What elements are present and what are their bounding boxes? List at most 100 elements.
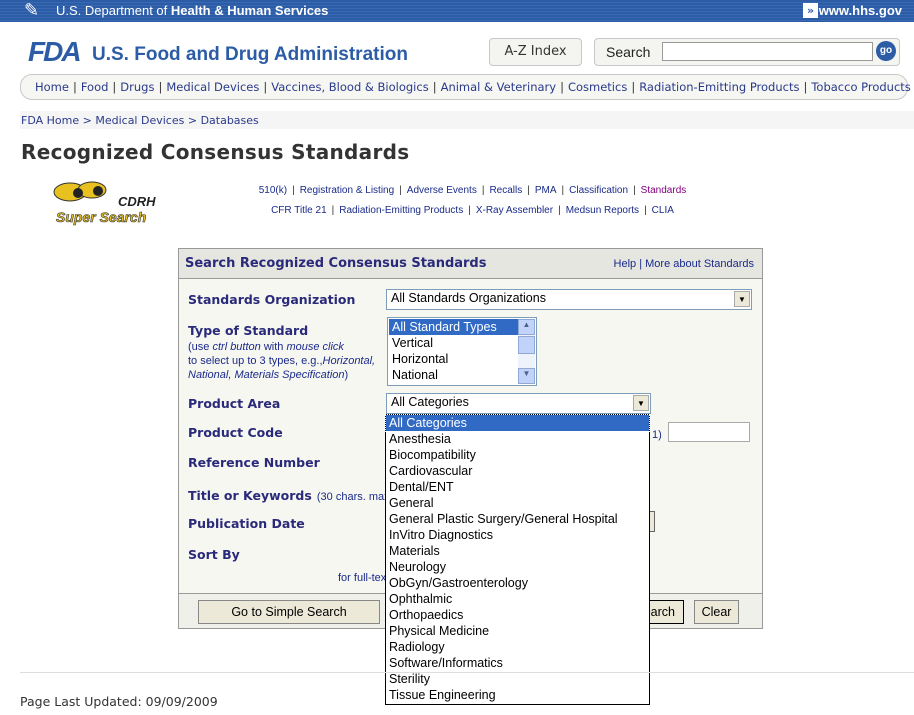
nav-separator: | <box>631 80 636 94</box>
scroll-up-icon[interactable]: ▲ <box>518 319 535 335</box>
breadcrumb-databases[interactable]: Databases <box>201 114 259 127</box>
listbox-scrollbar[interactable]: ▲ ▼ <box>518 319 535 384</box>
db-link-pma[interactable]: PMA <box>535 185 557 196</box>
chevron-down-icon: ▼ <box>734 291 750 307</box>
db-link-medsun-reports[interactable]: Medsun Reports <box>566 205 639 216</box>
database-links-row1: 510(k) | Registration & Listing | Adverse Ev… <box>200 185 745 196</box>
scroll-down-icon[interactable]: ▼ <box>518 368 535 384</box>
full-text-note: for full-tex <box>338 572 387 584</box>
db-link-radiation-emitting-products[interactable]: Radiation-Emitting Products <box>339 205 463 216</box>
type-option[interactable]: Horizontal <box>389 351 518 367</box>
nav-animal-veterinary[interactable]: Animal & Veterinary <box>441 80 557 94</box>
nav-cosmetics[interactable]: Cosmetics <box>568 80 627 94</box>
product-area-option[interactable]: InVitro Diagnostics <box>386 527 649 543</box>
product-area-option[interactable]: Neurology <box>386 559 649 575</box>
nav-radiation-emitting-products[interactable]: Radiation-Emitting Products <box>639 80 799 94</box>
hhs-banner: ✎ U.S. Department of Health & Human Serv… <box>0 0 914 22</box>
link-separator: | <box>527 185 530 196</box>
more-about-standards-link[interactable]: More about Standards <box>645 258 754 270</box>
type-listbox[interactable]: All Standard Types Vertical Horizontal Nati… <box>387 317 537 386</box>
keywords-label-group: Title or Keywords (30 chars. max) <box>188 485 393 504</box>
product-area-dropdown-list[interactable]: All Categories Anesthesia Biocompatibility… <box>385 414 650 705</box>
product-area-option[interactable]: Software/Informatics <box>386 655 649 671</box>
product-code-input[interactable] <box>668 422 750 442</box>
product-area-option[interactable]: Radiology <box>386 639 649 655</box>
cdrh-supersearch-logo[interactable]: CDRH Super Search <box>40 178 162 226</box>
page-last-updated: Page Last Updated: 09/09/2009 <box>20 694 218 709</box>
sort-by-label: Sort By <box>188 547 240 562</box>
link-separator: | <box>331 205 335 216</box>
form-title: Search Recognized Consensus Standards <box>185 256 487 271</box>
type-option[interactable]: Vertical <box>389 335 518 351</box>
link-separator: | <box>399 185 402 196</box>
db-link-cfr-title-21[interactable]: CFR Title 21 <box>271 205 327 216</box>
nav-separator: | <box>803 80 808 94</box>
keywords-label: Title or Keywords <box>188 488 312 503</box>
nav-tobacco-products[interactable]: Tobacco Products <box>811 80 910 94</box>
db-link-510-k-[interactable]: 510(k) <box>259 185 287 196</box>
nav-drugs[interactable]: Drugs <box>120 80 154 94</box>
go-button[interactable]: go <box>876 41 896 61</box>
form-header: Search Recognized Consensus Standards He… <box>179 249 762 279</box>
agency-name[interactable]: U.S. Food and Drug Administration <box>92 44 408 66</box>
product-area-option[interactable]: General Plastic Surgery/General Hospital <box>386 511 649 527</box>
db-link-adverse-events[interactable]: Adverse Events <box>407 185 477 196</box>
product-area-option[interactable]: All Categories <box>385 414 650 432</box>
keywords-note: (30 chars. max) <box>316 491 394 503</box>
org-select[interactable]: All Standards Organizations ▼ <box>386 289 752 310</box>
link-separator: | <box>481 185 485 196</box>
db-link-x-ray-assembler[interactable]: X-Ray Assembler <box>476 205 553 216</box>
link-separator: | <box>633 185 636 196</box>
nav-food[interactable]: Food <box>81 80 109 94</box>
product-area-option[interactable]: Physical Medicine <box>386 623 649 639</box>
product-area-select[interactable]: All Categories ▼ <box>386 393 651 414</box>
hhs-eagle-icon: ✎ <box>24 0 40 21</box>
link-separator: | <box>468 205 471 216</box>
product-area-option[interactable]: Materials <box>386 543 649 559</box>
product-area-option[interactable]: ObGyn/Gastroenterology <box>386 575 649 591</box>
org-label: Standards Organization <box>188 292 356 307</box>
product-code-label: Product Code <box>188 425 283 440</box>
hhs-link[interactable]: www.hhs.gov <box>819 3 902 18</box>
reference-number-label: Reference Number <box>188 455 320 470</box>
product-area-option[interactable]: Biocompatibility <box>386 447 649 463</box>
nav-separator: | <box>72 80 77 94</box>
db-link-recalls[interactable]: Recalls <box>489 185 522 196</box>
db-link-clia[interactable]: CLIA <box>652 205 674 216</box>
product-area-option[interactable]: Ophthalmic <box>386 591 649 607</box>
clear-button[interactable]: Clear <box>694 600 739 624</box>
product-area-option[interactable]: Tissue Engineering <box>386 687 649 703</box>
nav-vaccines-blood-biologics[interactable]: Vaccines, Blood & Biologics <box>271 80 428 94</box>
product-area-option[interactable]: Cardiovascular <box>386 463 649 479</box>
breadcrumb-fda-home[interactable]: FDA Home <box>21 114 79 127</box>
chevron-down-icon: ▼ <box>633 395 649 411</box>
product-area-option[interactable]: Dental/ENT <box>386 479 649 495</box>
fda-logo[interactable]: FDA <box>28 36 82 68</box>
product-area-label: Product Area <box>188 396 281 411</box>
db-link-classification[interactable]: Classification <box>569 185 628 196</box>
product-area-option[interactable]: Sterility <box>386 671 649 687</box>
link-separator: | <box>558 205 561 216</box>
double-chevron-icon: » <box>803 3 818 18</box>
help-link[interactable]: Help <box>614 258 637 270</box>
product-area-option[interactable]: General <box>386 495 649 511</box>
hhs-title[interactable]: U.S. Department of Health & Human Servic… <box>56 3 328 18</box>
nav-medical-devices[interactable]: Medical Devices <box>166 80 259 94</box>
scroll-thumb[interactable] <box>518 336 535 354</box>
breadcrumb-medical-devices[interactable]: Medical Devices <box>95 114 184 127</box>
product-code-hint: 1) <box>652 429 662 441</box>
nav-home[interactable]: Home <box>35 80 69 94</box>
product-area-option[interactable]: Orthopaedics <box>386 607 649 623</box>
database-links-row2: CFR Title 21 | Radiation-Emitting Products… <box>200 205 745 216</box>
db-link-registration-listing[interactable]: Registration & Listing <box>300 185 395 196</box>
search-input[interactable] <box>662 42 873 61</box>
az-index-button[interactable]: A-Z Index <box>489 38 582 66</box>
type-option[interactable]: All Standard Types <box>389 319 518 335</box>
db-link-standards[interactable]: Standards <box>641 185 687 196</box>
simple-search-button[interactable]: Go to Simple Search <box>198 600 380 624</box>
type-option[interactable]: National <box>389 367 518 383</box>
type-label: Type of Standard <box>188 323 309 338</box>
hhs-title-prefix: U.S. Department of <box>56 3 171 18</box>
product-area-option[interactable]: Anesthesia <box>386 431 649 447</box>
nav-separator: | <box>432 80 437 94</box>
